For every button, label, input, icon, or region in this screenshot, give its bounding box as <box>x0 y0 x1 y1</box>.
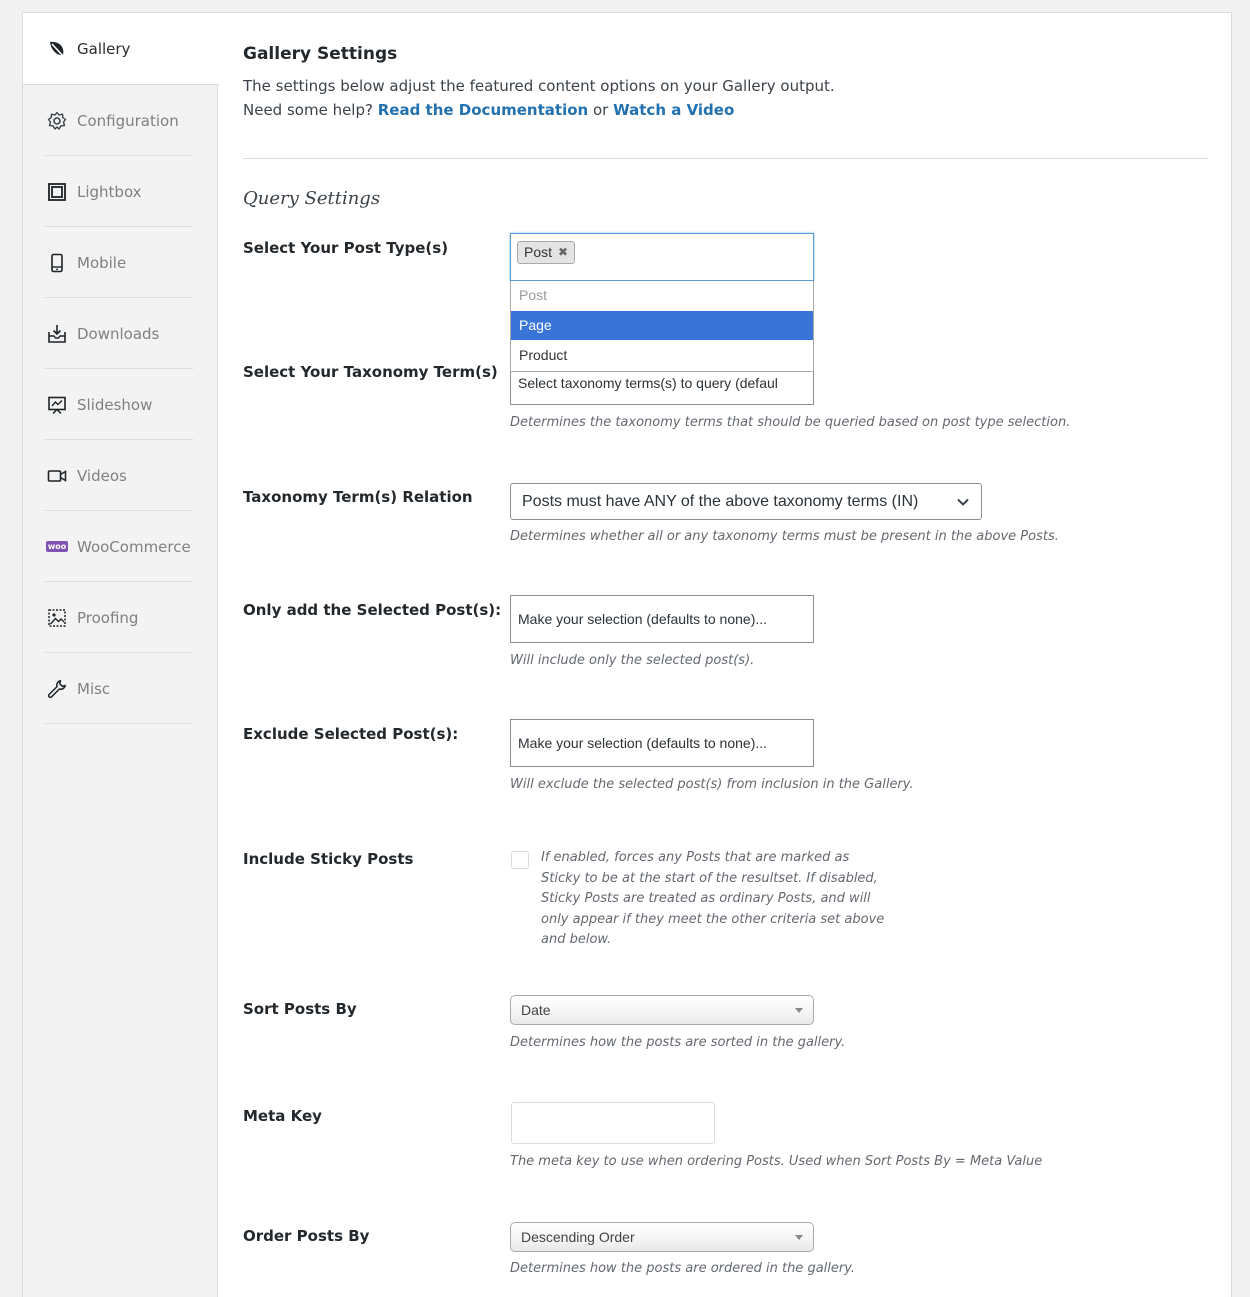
sidebar-item-label: Slideshow <box>77 395 153 414</box>
page-description: The settings below adjust the featured c… <box>243 77 835 95</box>
meta-key-label: Meta Key <box>243 1107 322 1125</box>
help-line: Need some help? Read the Documentation o… <box>243 101 734 119</box>
option-post: Post <box>519 287 548 303</box>
meta-key-hint: The meta key to use when ordering Posts.… <box>510 1154 1043 1169</box>
sort-by-hint: Determines how the posts are sorted in t… <box>510 1035 846 1050</box>
image-icon <box>47 608 67 628</box>
option-product[interactable]: Product <box>511 341 813 370</box>
lightbox-icon <box>47 182 67 202</box>
include-posts-input[interactable]: Make your selection (defaults to none)..… <box>510 595 814 643</box>
include-posts-placeholder: Make your selection (defaults to none)..… <box>518 611 768 627</box>
sticky-posts-description: If enabled, forces any Posts that are ma… <box>541 850 885 947</box>
sidebar-item-slideshow[interactable]: Slideshow <box>23 369 218 440</box>
relation-hint: Determines whether all or any taxonomy t… <box>510 529 1059 544</box>
post-type-dropdown: Post Page Product <box>510 281 814 372</box>
documentation-link[interactable]: Read the Documentation <box>378 101 588 119</box>
page-title: Gallery Settings <box>243 44 398 64</box>
watch-video-link[interactable]: Watch a Video <box>613 101 734 119</box>
sidebar-item-configuration[interactable]: Configuration <box>23 85 218 156</box>
sidebar-item-label: Misc <box>77 679 111 698</box>
sort-by-value: Date <box>521 1002 551 1018</box>
post-type-multiselect[interactable]: Post ✖ <box>510 233 814 281</box>
chevron-down-icon <box>957 498 969 506</box>
remove-token-icon[interactable]: ✖ <box>558 242 568 263</box>
sidebar-item-misc[interactable]: Misc <box>23 653 218 724</box>
exclude-posts-input[interactable]: Make your selection (defaults to none)..… <box>510 719 814 767</box>
option-page[interactable]: Page <box>511 311 813 340</box>
leaf-icon <box>47 39 67 59</box>
sticky-posts-label: Include Sticky Posts <box>243 850 414 868</box>
slideshow-icon <box>47 395 67 415</box>
sidebar-item-woocommerce[interactable]: woo WooCommerce <box>23 511 218 582</box>
exclude-posts-placeholder: Make your selection (defaults to none)..… <box>518 735 768 751</box>
sidebar-item-label: Proofing <box>77 608 139 627</box>
meta-key-input[interactable] <box>511 1102 715 1144</box>
relation-select[interactable]: Posts must have ANY of the above taxonom… <box>510 483 982 520</box>
sidebar-item-proofing[interactable]: Proofing <box>23 582 218 653</box>
include-posts-label: Only add the Selected Post(s): <box>243 601 502 619</box>
sidebar-item-label: Downloads <box>77 324 160 343</box>
order-by-select[interactable]: Descending Order <box>510 1222 814 1252</box>
exclude-posts-label: Exclude Selected Post(s): <box>243 725 459 743</box>
sidebar-item-label: Mobile <box>77 253 127 272</box>
sidebar-item-downloads[interactable]: Downloads <box>23 298 218 369</box>
sidebar-item-label: WooCommerce <box>77 537 191 556</box>
relation-value: Posts must have ANY of the above taxonom… <box>522 492 919 510</box>
order-by-hint: Determines how the posts are ordered in … <box>510 1261 856 1276</box>
sidebar-item-label: Lightbox <box>77 182 142 201</box>
wrench-icon <box>47 679 67 699</box>
woo-icon: woo <box>45 541 69 552</box>
sticky-posts-checkbox[interactable] <box>511 851 529 869</box>
mobile-icon <box>47 253 67 273</box>
sidebar-item-label: Configuration <box>77 111 179 130</box>
gear-icon <box>47 111 67 131</box>
dropdown-arrow-icon <box>795 1235 803 1240</box>
settings-panel: Gallery Configuration Lightbox Mobile Do… <box>22 12 1232 1297</box>
taxonomy-terms-label: Select Your Taxonomy Term(s) <box>243 363 498 381</box>
taxonomy-terms-placeholder: Select taxonomy terms(s) to query (defau… <box>518 375 778 391</box>
order-by-label: Order Posts By <box>243 1227 370 1245</box>
video-camera-icon <box>47 466 67 486</box>
sidebar-item-videos[interactable]: Videos <box>23 440 218 511</box>
taxonomy-terms-hint: Determines the taxonomy terms that shoul… <box>510 415 1071 430</box>
post-type-label: Select Your Post Type(s) <box>243 239 449 257</box>
section-title: Query Settings <box>243 188 381 209</box>
selected-token-post: Post ✖ <box>517 241 576 264</box>
sidebar-item-gallery[interactable]: Gallery <box>23 13 219 85</box>
relation-label: Taxonomy Term(s) Relation <box>243 488 473 506</box>
help-or: or <box>592 101 609 119</box>
sort-by-label: Sort Posts By <box>243 1000 357 1018</box>
sort-by-select[interactable]: Date <box>510 995 814 1025</box>
token-label: Post <box>524 244 553 260</box>
sidebar-item-label: Gallery <box>77 39 131 58</box>
divider <box>243 158 1208 159</box>
help-prefix: Need some help? <box>243 101 373 119</box>
dropdown-arrow-icon <box>795 1008 803 1013</box>
sidebar-item-label: Videos <box>77 466 127 485</box>
sidebar-item-mobile[interactable]: Mobile <box>23 227 218 298</box>
settings-sidebar: Gallery Configuration Lightbox Mobile Do… <box>23 13 219 1297</box>
exclude-posts-hint: Will exclude the selected post(s) from i… <box>510 777 914 792</box>
download-icon <box>47 324 67 344</box>
include-posts-hint: Will include only the selected post(s). <box>510 653 755 668</box>
sidebar-item-lightbox[interactable]: Lightbox <box>23 156 218 227</box>
order-by-value: Descending Order <box>521 1229 635 1245</box>
divider <box>45 723 193 724</box>
